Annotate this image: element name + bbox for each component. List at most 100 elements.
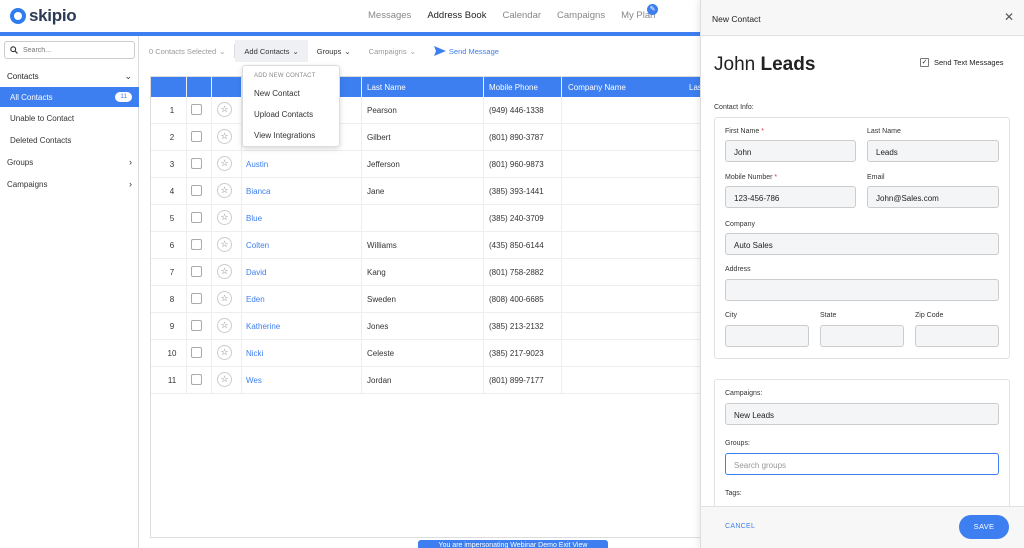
sidebar-contacts-header[interactable]: Contacts ⌄ xyxy=(0,66,139,86)
nav-address-book[interactable]: Address Book xyxy=(427,10,486,21)
campaigns-field[interactable]: New Leads xyxy=(725,403,999,425)
first-name-link[interactable]: Nicki xyxy=(246,349,263,358)
nav-calendar[interactable]: Calendar xyxy=(502,10,541,21)
phone-cell: (801) 758-2882 xyxy=(489,268,544,277)
sidebar-groups[interactable]: Groups › xyxy=(0,152,139,172)
menu-item-upload-contacts[interactable]: Upload Contacts xyxy=(254,110,313,119)
mobile-field[interactable]: 123-456-786 xyxy=(725,186,856,208)
email-field[interactable]: John@Sales.com xyxy=(867,186,999,208)
table-row[interactable]: 11 ☆ Wes Jordan (801) 899-7177 xyxy=(151,367,709,394)
row-number: 10 xyxy=(167,349,177,358)
groups-search-input[interactable]: Search groups xyxy=(725,453,999,475)
star-icon[interactable]: ☆ xyxy=(217,183,232,198)
logo[interactable]: skipio xyxy=(10,6,77,26)
menu-item-new-contact[interactable]: New Contact xyxy=(254,89,300,98)
star-icon[interactable]: ☆ xyxy=(217,210,232,225)
nav-messages[interactable]: Messages xyxy=(368,10,411,21)
sidebar-item-unable[interactable]: Unable to Contact xyxy=(0,108,139,128)
first-name-link[interactable]: Wes xyxy=(246,376,262,385)
table-row[interactable]: 1 ☆ Pearson (949) 446-1338 xyxy=(151,97,709,124)
phone-cell: (385) 217-9023 xyxy=(489,349,544,358)
col-company-name[interactable]: Company Name xyxy=(568,83,626,92)
col-mobile-phone[interactable]: Mobile Phone xyxy=(489,83,538,92)
add-contacts-button[interactable]: Add Contacts ⌄ xyxy=(235,40,308,62)
sidebar-search[interactable] xyxy=(4,41,135,59)
last-name-cell: Jones xyxy=(367,322,389,331)
impersonation-banner[interactable]: You are impersonating Webinar Demo Exit … xyxy=(418,540,608,548)
table-row[interactable]: 5 ☆ Blue (385) 240-3709 xyxy=(151,205,709,232)
row-checkbox[interactable] xyxy=(191,158,202,169)
campaigns-label: Campaigns: xyxy=(725,390,763,397)
rocket-icon[interactable]: ✎ xyxy=(647,4,658,15)
first-name-link[interactable]: Eden xyxy=(246,295,265,304)
star-icon[interactable]: ☆ xyxy=(217,291,232,306)
menu-item-view-integrations[interactable]: View Integrations xyxy=(254,131,315,140)
zip-field[interactable] xyxy=(915,325,999,347)
table-row[interactable]: 4 ☆ Bianca Jane (385) 393-1441 xyxy=(151,178,709,205)
close-icon[interactable]: ✕ xyxy=(1004,10,1014,24)
sidebar-campaigns[interactable]: Campaigns › xyxy=(0,174,139,194)
sidebar-item-all-contacts[interactable]: All Contacts 11 xyxy=(0,87,139,107)
col-last-name[interactable]: Last Name xyxy=(367,83,406,92)
first-name-label-text: First Name xyxy=(725,128,760,135)
city-field[interactable] xyxy=(725,325,809,347)
star-icon[interactable]: ☆ xyxy=(217,372,232,387)
star-icon[interactable]: ☆ xyxy=(217,129,232,144)
groups-button[interactable]: Groups ⌄ xyxy=(308,40,360,62)
first-name-link[interactable]: Colten xyxy=(246,241,269,250)
send-text-toggle[interactable]: ✓ Send Text Messages xyxy=(920,58,1004,67)
address-field[interactable] xyxy=(725,279,999,301)
table-row[interactable]: 9 ☆ Katherine Jones (385) 213-2132 xyxy=(151,313,709,340)
row-checkbox[interactable] xyxy=(191,320,202,331)
table-header: Last Name Mobile Phone Company Name Las xyxy=(151,77,709,97)
row-checkbox[interactable] xyxy=(191,347,202,358)
first-name-link[interactable]: Austin xyxy=(246,160,268,169)
state-field[interactable] xyxy=(820,325,904,347)
row-number: 8 xyxy=(169,295,175,304)
sidebar-item-label: Unable to Contact xyxy=(10,113,75,123)
row-checkbox[interactable] xyxy=(191,104,202,115)
sidebar-item-deleted[interactable]: Deleted Contacts xyxy=(0,130,139,150)
send-message-button[interactable]: Send Message xyxy=(425,40,508,62)
first-name-field[interactable]: John xyxy=(725,140,856,162)
star-icon[interactable]: ☆ xyxy=(217,318,232,333)
chevron-down-icon: ⌄ xyxy=(219,46,226,56)
table-row[interactable]: 8 ☆ Eden Sweden (808) 400-6685 xyxy=(151,286,709,313)
company-field[interactable]: Auto Sales xyxy=(725,233,999,255)
checkbox-checked-icon[interactable]: ✓ xyxy=(920,58,929,67)
nav-campaigns[interactable]: Campaigns xyxy=(557,10,605,21)
star-icon[interactable]: ☆ xyxy=(217,156,232,171)
send-message-label: Send Message xyxy=(448,46,499,56)
row-checkbox[interactable] xyxy=(191,131,202,142)
row-checkbox[interactable] xyxy=(191,185,202,196)
last-name-field[interactable]: Leads xyxy=(867,140,999,162)
last-name-cell: Celeste xyxy=(367,349,395,358)
row-checkbox[interactable] xyxy=(191,239,202,250)
campaigns-button[interactable]: Campaigns ⌄ xyxy=(360,40,425,62)
table-row[interactable]: 6 ☆ Colten Williams (435) 850-6144 xyxy=(151,232,709,259)
first-name-link[interactable]: Bianca xyxy=(246,187,270,196)
address-label: Address xyxy=(725,266,751,273)
cancel-button[interactable]: CANCEL xyxy=(725,523,755,530)
logo-text: skipio xyxy=(29,6,77,25)
first-name-link[interactable]: Katherine xyxy=(246,322,280,331)
row-checkbox[interactable] xyxy=(191,293,202,304)
row-checkbox[interactable] xyxy=(191,212,202,223)
star-icon[interactable]: ☆ xyxy=(217,237,232,252)
first-name-link[interactable]: David xyxy=(246,268,266,277)
contacts-selected[interactable]: 0 Contacts Selected ⌄ xyxy=(140,40,234,62)
phone-cell: (808) 400-6685 xyxy=(489,295,544,304)
table-row[interactable]: 2 ☆ Gilbert (801) 890-3787 xyxy=(151,124,709,151)
row-checkbox[interactable] xyxy=(191,266,202,277)
star-icon[interactable]: ☆ xyxy=(217,102,232,117)
star-icon[interactable]: ☆ xyxy=(217,345,232,360)
table-row[interactable]: 10 ☆ Nicki Celeste (385) 217-9023 xyxy=(151,340,709,367)
table-row[interactable]: 3 ☆ Austin Jefferson (801) 960-9873 xyxy=(151,151,709,178)
chevron-right-icon: › xyxy=(129,157,132,167)
save-button[interactable]: SAVE xyxy=(959,515,1009,539)
table-row[interactable]: 7 ☆ David Kang (801) 758-2882 xyxy=(151,259,709,286)
search-input[interactable] xyxy=(23,46,123,54)
star-icon[interactable]: ☆ xyxy=(217,264,232,279)
first-name-link[interactable]: Blue xyxy=(246,214,262,223)
row-checkbox[interactable] xyxy=(191,374,202,385)
